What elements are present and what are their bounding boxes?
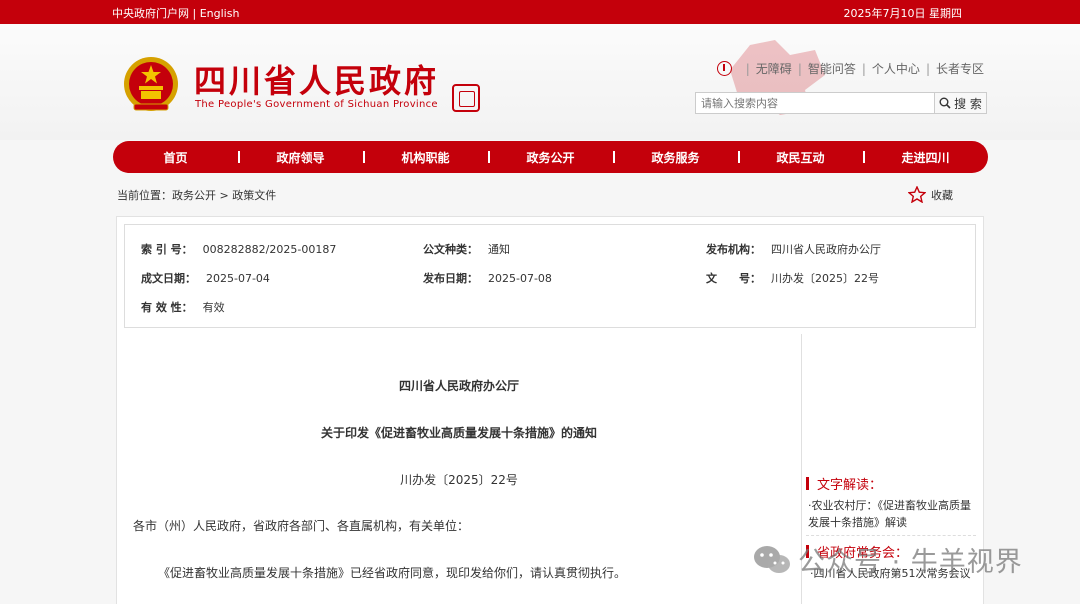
watermark-text: 公众号 · 牛羊视界	[798, 547, 1023, 578]
meta-org: 发布机构： 四川省人民政府办公厅	[706, 243, 881, 256]
nav-item-leaders[interactable]: 政府领导	[238, 149, 363, 166]
sidebar-divider	[806, 535, 976, 536]
nav-item-about-sichuan[interactable]: 走进四川	[863, 149, 988, 166]
favorite-button[interactable]: 收藏	[908, 186, 953, 203]
elderly-zone-link[interactable]: 长者专区	[936, 60, 984, 77]
wechat-icon	[754, 545, 790, 573]
document-body-paragraph: 《促进畜牧业高质量发展十条措施》已经省政府同意，现印发给你们，请认真贯彻执行。	[158, 566, 627, 580]
meta-publish-date: 发布日期： 2025-07-08	[423, 272, 552, 285]
seal-logo-icon	[452, 84, 480, 112]
document-issuer: 四川省人民政府办公厅	[398, 379, 519, 393]
sidebar-link-interpretation[interactable]: ·农业农村厅：《促进畜牧业高质量发展十条措施》解读	[808, 497, 976, 531]
top-bar-separator: |	[192, 7, 197, 20]
nav-item-gov-affairs-open[interactable]: 政务公开	[488, 149, 613, 166]
meta-doc-number: 文 号： 川办发〔2025〕22号	[706, 272, 879, 285]
smart-qa-link[interactable]: 智能问答	[808, 60, 856, 77]
document-title: 关于印发《促进畜牧业高质量发展十条措施》的通知	[320, 426, 597, 440]
accessibility-link[interactable]: 无障碍	[756, 60, 792, 77]
site-header: 四川省人民政府 The People's Government of Sichu…	[0, 24, 1080, 140]
search-button[interactable]: 搜 索	[934, 93, 986, 113]
current-date: 2025年7月10日 星期四	[843, 7, 963, 20]
top-bar-links: 中央政府门户网 | English	[112, 5, 239, 21]
english-link[interactable]: English	[200, 7, 240, 20]
search-button-label: 搜 索	[954, 96, 982, 111]
search-icon	[939, 97, 951, 109]
nav-item-home[interactable]: 首页	[113, 149, 238, 166]
document-salutation: 各市（州）人民政府，省政府各部门、各直属机构，有关单位：	[133, 519, 470, 533]
meta-index: 索 引 号： 008282882/2025-00187	[141, 243, 337, 256]
sidebar-heading-interpretation: 文字解读：	[806, 474, 882, 493]
location-pin-icon	[716, 61, 732, 76]
document-metadata: 索 引 号： 008282882/2025-00187 公文种类： 通知 发布机构：…	[124, 224, 976, 328]
meta-doc-type: 公文种类： 通知	[423, 243, 510, 256]
wechat-watermark: 公众号 · 牛羊视界	[752, 540, 1023, 579]
site-logo-title[interactable]: 四川省人民政府	[194, 56, 439, 102]
main-nav: 首页 政府领导 机构职能 政务公开 政务服务 政民互动 走进四川	[113, 141, 988, 173]
nav-item-functions[interactable]: 机构职能	[363, 149, 488, 166]
header-links: | 无障碍 | 智能问答 | 个人中心 | 长者专区	[716, 60, 984, 77]
central-gov-link[interactable]: 中央政府门户网	[112, 7, 189, 20]
star-icon	[908, 186, 926, 203]
search-box: 搜 索	[695, 92, 987, 114]
meta-validity: 有 效 性： 有效	[141, 301, 225, 314]
personal-center-link[interactable]: 个人中心	[872, 60, 920, 77]
top-bar: 中央政府门户网 | English 2025年7月10日 星期四	[0, 0, 1080, 24]
favorite-label: 收藏	[931, 188, 953, 202]
nav-item-interaction[interactable]: 政民互动	[738, 149, 863, 166]
search-input[interactable]	[696, 93, 936, 113]
nav-item-gov-services[interactable]: 政务服务	[613, 149, 738, 166]
meta-written-date: 成文日期： 2025-07-04	[141, 272, 270, 285]
national-emblem-icon	[124, 57, 178, 111]
document-number: 川办发〔2025〕22号	[400, 473, 518, 487]
breadcrumb[interactable]: 当前位置：政务公开 > 政策文件	[117, 187, 276, 203]
site-logo-subtitle: The People's Government of Sichuan Provi…	[195, 99, 438, 110]
